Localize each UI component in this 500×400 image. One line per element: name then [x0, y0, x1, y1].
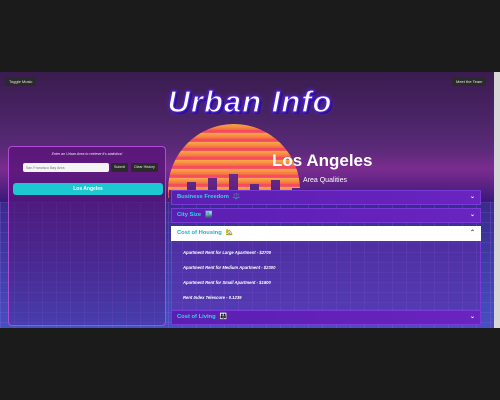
- search-input[interactable]: [23, 163, 109, 172]
- app-title: Urban Info: [167, 83, 333, 119]
- bottom-letterbox: [0, 328, 500, 400]
- housing-stat: Apartment Rent for Large Apartment - $27…: [183, 250, 272, 255]
- accordion-label: City Size: [177, 212, 202, 218]
- chevron-down-icon: ⌄: [469, 212, 475, 218]
- clear-history-button[interactable]: Clear History: [131, 163, 158, 172]
- accordion-label: Cost of Housing: [177, 230, 222, 236]
- chevron-down-icon: ⌄: [469, 314, 475, 320]
- submit-button[interactable]: Submit: [111, 163, 129, 172]
- cost-of-housing-panel: Apartment Rent for Large Apartment - $27…: [171, 241, 481, 309]
- house-icon: 🏡: [225, 230, 234, 236]
- accordion-label: Cost of Living: [177, 314, 216, 320]
- accordion-city-size[interactable]: City Size 🏙️ ⌄: [171, 208, 481, 223]
- history-item-los-angeles[interactable]: Los Angeles: [13, 183, 163, 195]
- housing-stat: Rent Index Telescore - 0.1239: [183, 295, 242, 300]
- accordion-business-freedom[interactable]: Business Freedom ⚖️ ⌄: [171, 190, 481, 205]
- scales-icon: ⚖️: [232, 194, 241, 200]
- search-panel: Enter an Urban Area to retrieve it's sta…: [8, 146, 166, 326]
- screen: Toggle Music Meet the Team Urban Info En…: [0, 0, 500, 400]
- housing-stat: Apartment Rent for Medium Apartment - $2…: [183, 265, 276, 270]
- chevron-down-icon: ⌄: [469, 194, 475, 200]
- accordion-cost-of-housing[interactable]: Cost of Housing 🏡 ⌃: [171, 226, 481, 241]
- top-letterbox: [0, 0, 500, 72]
- family-icon: 👨‍👩‍👧: [219, 314, 228, 320]
- area-qualities-heading: Area Qualities: [303, 177, 347, 184]
- accordion-cost-of-living[interactable]: Cost of Living 👨‍👩‍👧 ⌄: [171, 310, 481, 325]
- cityscape-icon: 🏙️: [205, 212, 213, 218]
- housing-stat: Apartment Rent for Small Apartment - $18…: [183, 280, 271, 285]
- city-name-heading: Los Angeles: [272, 151, 373, 170]
- search-prompt: Enter an Urban Area to retrieve it's sta…: [51, 152, 123, 156]
- chevron-up-icon: ⌃: [469, 230, 475, 236]
- accordion-label: Business Freedom: [177, 194, 229, 200]
